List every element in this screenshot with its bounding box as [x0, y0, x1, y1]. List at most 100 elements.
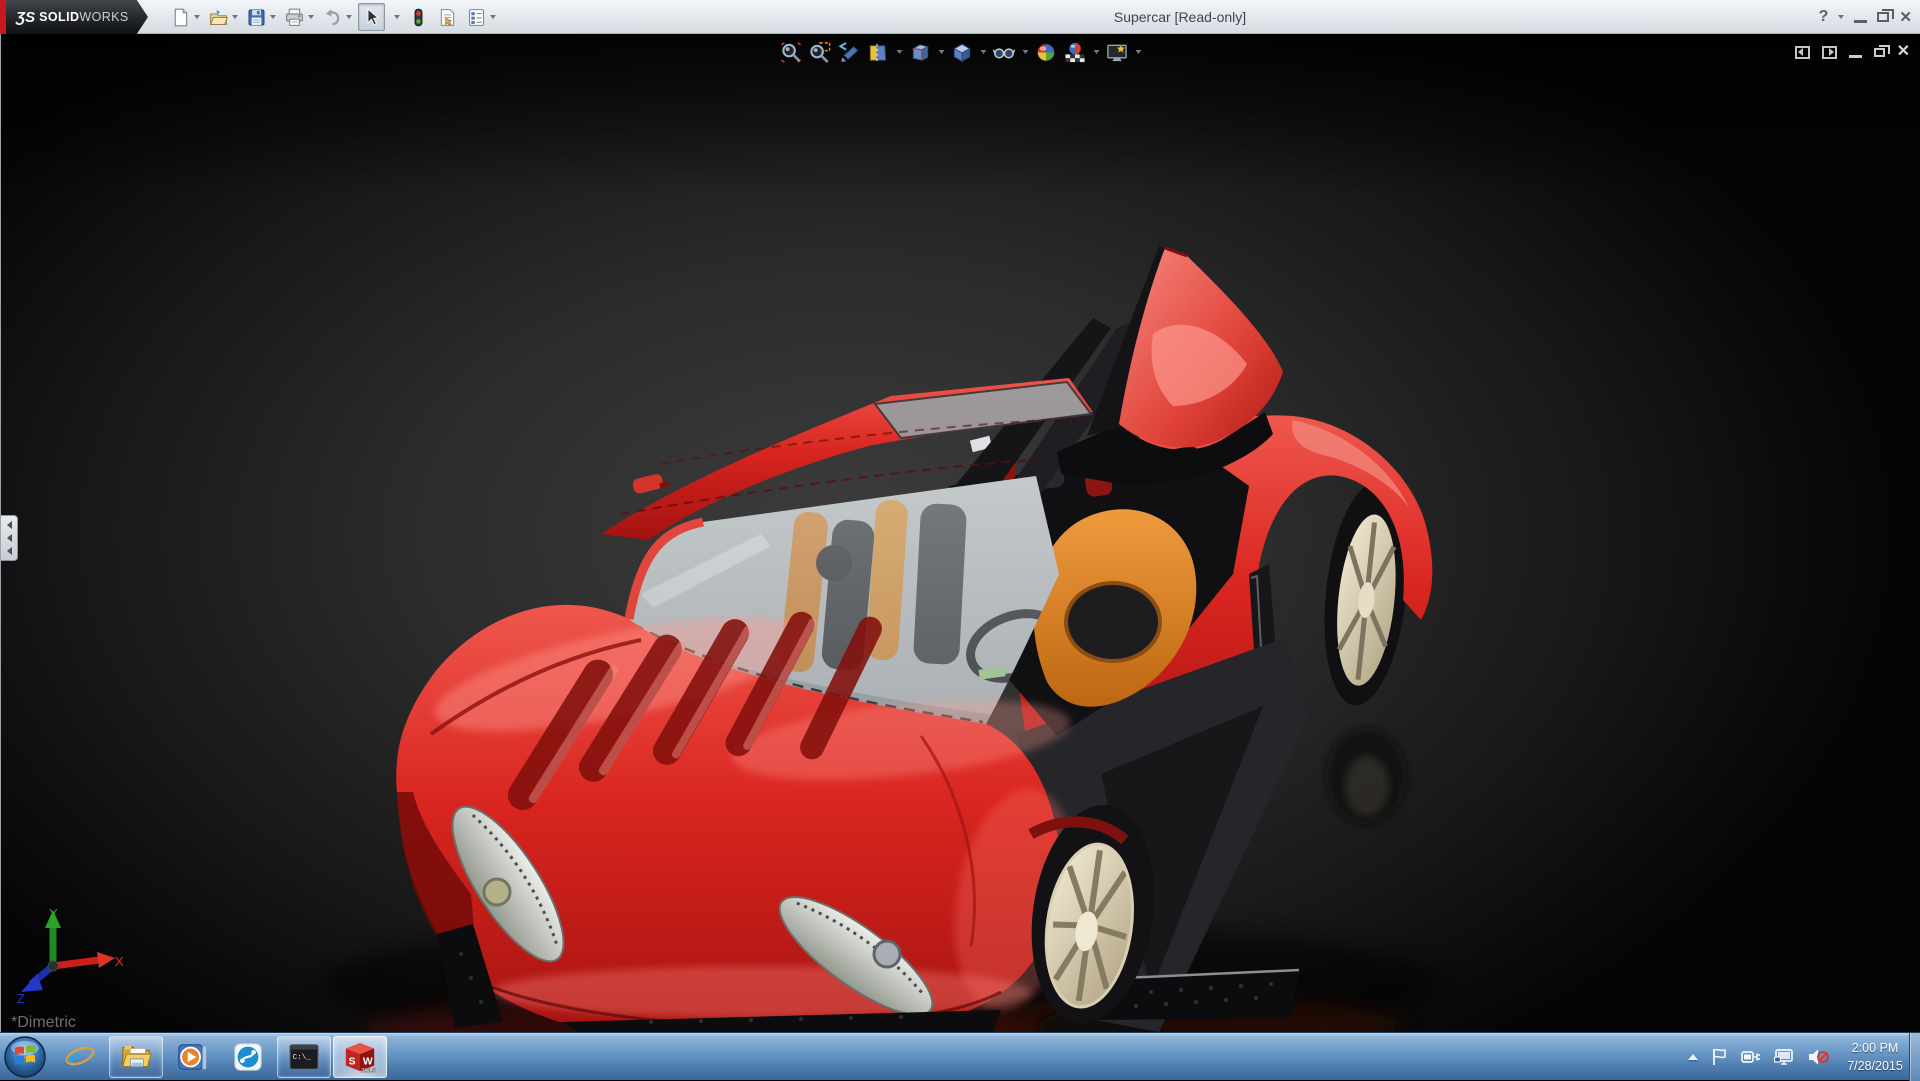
- hide-show-items-glasses-icon: [993, 41, 1016, 64]
- open-dropdown[interactable]: [232, 15, 238, 19]
- side-mirror: [632, 471, 671, 494]
- apply-scene-icon: [1064, 41, 1087, 64]
- new-dropdown[interactable]: [194, 15, 200, 19]
- title-bar: ƷS SOLID WORKS: [0, 0, 1920, 34]
- document-minimize-button[interactable]: [1849, 55, 1862, 58]
- svg-text:e: e: [69, 1041, 81, 1071]
- hide-show-items-button[interactable]: [991, 39, 1017, 65]
- internet-explorer-icon: e: [63, 1040, 97, 1074]
- view-orientation-icon: [909, 41, 932, 64]
- taskbar-item-internet-explorer[interactable]: e: [53, 1036, 107, 1078]
- previous-view-button[interactable]: [836, 39, 862, 65]
- save-button[interactable]: [244, 3, 278, 31]
- power-plug-icon[interactable]: [1741, 1048, 1761, 1066]
- zoom-to-fit-button[interactable]: [778, 39, 804, 65]
- rebuild-button[interactable]: [406, 3, 431, 31]
- taskbar-item-media-player[interactable]: [165, 1036, 219, 1078]
- collapse-arrow-icon: [7, 547, 12, 555]
- select-dropdown[interactable]: [389, 3, 402, 31]
- headsup-view-toolbar: [778, 39, 1143, 65]
- view-orientation-dropdown[interactable]: [938, 50, 944, 54]
- help-dropdown[interactable]: [1838, 15, 1844, 19]
- standard-toolbar: [168, 0, 502, 34]
- view-settings-button[interactable]: [1104, 39, 1130, 65]
- svg-text:C:\_: C:\_: [293, 1053, 312, 1061]
- new-document-button[interactable]: [168, 3, 202, 31]
- view-orientation-button[interactable]: [907, 39, 933, 65]
- taskbar-item-command-prompt[interactable]: C:\_: [277, 1036, 331, 1078]
- document-restore-button[interactable]: [1874, 48, 1885, 57]
- zoom-to-area-button[interactable]: [807, 39, 833, 65]
- windows-taskbar: e: [0, 1032, 1920, 1080]
- media-player-icon: [175, 1040, 209, 1074]
- show-desktop-button[interactable]: [1909, 1033, 1920, 1081]
- window-controls: ? ✕: [1819, 0, 1912, 34]
- open-button[interactable]: [206, 3, 240, 31]
- hide-show-items-dropdown[interactable]: [1022, 50, 1028, 54]
- show-right-pane-button[interactable]: [1822, 46, 1837, 59]
- new-document-icon: [170, 7, 191, 28]
- clock-date: 7/28/2015: [1842, 1057, 1908, 1075]
- solidworks-logo: ƷS SOLID WORKS: [6, 0, 132, 34]
- undo-dropdown[interactable]: [346, 15, 352, 19]
- car-3d-model[interactable]: [1, 34, 1920, 1032]
- rebuild-traffic-light-icon: [408, 7, 429, 28]
- apply-scene-dropdown[interactable]: [1093, 50, 1099, 54]
- zoom-to-area-icon: [809, 41, 832, 64]
- section-view-dropdown[interactable]: [896, 50, 902, 54]
- restore-button[interactable]: [1877, 12, 1889, 22]
- display-style-button[interactable]: [949, 39, 975, 65]
- taskbar-item-solidworks-2015[interactable]: S W 2015: [333, 1036, 387, 1078]
- previous-view-icon: [838, 41, 861, 64]
- section-view-button[interactable]: [865, 39, 891, 65]
- collapse-pane-tab[interactable]: [1, 515, 18, 561]
- section-view-icon: [867, 41, 890, 64]
- zoom-to-fit-icon: [780, 41, 803, 64]
- display-style-icon: [951, 41, 974, 64]
- windows-start-orb-icon: [3, 1035, 47, 1079]
- view-settings-dropdown[interactable]: [1135, 50, 1141, 54]
- brand-works: WORKS: [79, 10, 128, 24]
- show-hidden-icons-button[interactable]: [1688, 1054, 1698, 1060]
- options-dropdown[interactable]: [490, 15, 496, 19]
- print-icon: [284, 7, 305, 28]
- minimize-button[interactable]: [1854, 20, 1867, 23]
- svg-text:S: S: [349, 1056, 356, 1067]
- start-button[interactable]: [2, 1034, 48, 1080]
- taskbar-item-windows-explorer[interactable]: [109, 1036, 163, 1078]
- clock-time: 2:00 PM: [1842, 1039, 1908, 1057]
- save-icon: [246, 7, 267, 28]
- brand-mark: ƷS: [16, 9, 35, 26]
- menu-expand-arrow[interactable]: [132, 0, 148, 34]
- print-button[interactable]: [282, 3, 316, 31]
- select-button[interactable]: [358, 3, 385, 31]
- edit-appearance-icon: [1035, 41, 1058, 64]
- show-left-pane-button[interactable]: [1795, 46, 1810, 59]
- windows-explorer-icon: [119, 1040, 153, 1074]
- document-close-button[interactable]: ✕: [1897, 44, 1910, 60]
- display-network-icon[interactable]: [1774, 1048, 1794, 1066]
- action-center-flag-icon[interactable]: [1711, 1048, 1728, 1066]
- edit-appearance-button[interactable]: [1033, 39, 1059, 65]
- system-tray: 2:00 PM 7/28/2015: [1688, 1033, 1908, 1081]
- graphics-viewport[interactable]: ✕: [0, 34, 1920, 1032]
- triad-z-axis: Z: [17, 966, 53, 1004]
- help-button[interactable]: ?: [1819, 8, 1829, 26]
- triad-x-axis: X: [53, 952, 124, 969]
- share-app-icon: [231, 1040, 265, 1074]
- file-properties-button[interactable]: [435, 3, 460, 31]
- save-dropdown[interactable]: [270, 15, 276, 19]
- close-button[interactable]: ✕: [1899, 8, 1912, 26]
- undo-button[interactable]: [320, 3, 354, 31]
- display-style-dropdown[interactable]: [980, 50, 986, 54]
- view-orientation-label: *Dimetric: [11, 1014, 76, 1032]
- taskbar-item-share-app[interactable]: [221, 1036, 275, 1078]
- taskbar-clock[interactable]: 2:00 PM 7/28/2015: [1842, 1039, 1908, 1075]
- apply-scene-button[interactable]: [1062, 39, 1088, 65]
- volume-muted-icon[interactable]: [1807, 1048, 1829, 1066]
- options-button[interactable]: [464, 3, 498, 31]
- collapse-arrow-icon: [7, 534, 12, 542]
- triad-y-axis: Y: [45, 906, 61, 966]
- print-dropdown[interactable]: [308, 15, 314, 19]
- options-icon: [466, 7, 487, 28]
